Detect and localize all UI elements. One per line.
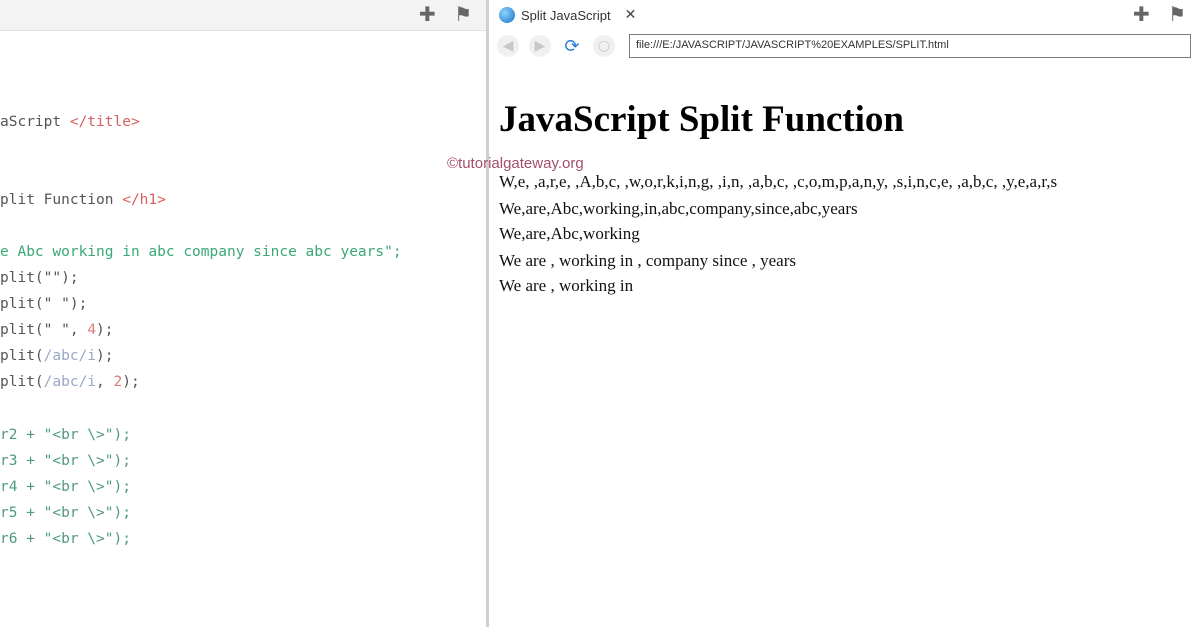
watermark: ©tutorialgateway.org	[447, 155, 584, 172]
close-icon[interactable]: ✕	[625, 7, 637, 23]
address-bar[interactable]: file:///E:/JAVASCRIPT/JAVASCRIPT%20EXAMP…	[629, 34, 1191, 58]
code-text: );	[122, 374, 140, 390]
code-line-write-str4[interactable]: r4 + "<br \>");	[0, 476, 131, 498]
page-heading: JavaScript Split Function	[499, 99, 904, 140]
browser-tabstrip: Split JavaScript ✕ ✚ ⚑	[489, 0, 1200, 31]
editor-toolbar-icons[interactable]: ✚ ⚑	[419, 2, 478, 26]
code-line-split-space-limit[interactable]: plit(" ", 4);	[0, 319, 114, 341]
output-line-5: We are , working in	[499, 276, 634, 295]
page-content: JavaScript Split Function W,e, ,a,r,e, ,…	[489, 62, 1200, 627]
browser-pane: Split JavaScript ✕ ✚ ⚑ ◀ ▶ ⟳ ○ file:///E…	[489, 0, 1200, 627]
output-line-2: We,are,Abc,working,in,abc,company,since,…	[499, 199, 858, 218]
code-line-title[interactable]: aScript </title>	[0, 111, 140, 133]
browser-toolbar-icons[interactable]: ✚ ⚑	[1133, 2, 1192, 26]
editor-toolbar: ✚ ⚑	[0, 0, 486, 31]
output-line-3: We,are,Abc,working	[499, 224, 640, 243]
output-line-1: W,e, ,a,r,e, ,A,b,c, ,w,o,r,k,i,n,g, ,i,…	[499, 172, 1058, 191]
code-tag: </h1>	[122, 192, 166, 208]
back-icon[interactable]: ◀	[497, 35, 519, 57]
code-text: plit Function	[0, 192, 123, 208]
browser-tab[interactable]: Split JavaScript ✕	[499, 2, 675, 28]
code-text: ,	[96, 374, 114, 390]
code-line-string-declaration[interactable]: e Abc working in abc company since abc y…	[0, 241, 402, 263]
output-line-4: We are , working in , company since , ye…	[499, 251, 796, 270]
forward-icon[interactable]: ▶	[529, 35, 551, 57]
code-line-write-str6[interactable]: r6 + "<br \>");	[0, 528, 131, 550]
code-text: plit(" ",	[0, 322, 88, 338]
code-text: aScript	[0, 114, 70, 130]
code-line-write-str2[interactable]: r2 + "<br \>");	[0, 424, 131, 446]
code-tag: </title>	[69, 114, 140, 130]
code-number: 4	[87, 322, 97, 338]
code-regex: /abc/i	[43, 348, 97, 364]
globe-icon	[499, 7, 515, 23]
code-text: );	[96, 348, 114, 364]
browser-navbar: ◀ ▶ ⟳ ○ file:///E:/JAVASCRIPT/JAVASCRIPT…	[489, 30, 1200, 62]
stop-icon[interactable]: ○	[593, 35, 615, 57]
code-text: plit(	[0, 374, 44, 390]
code-line-split-regex[interactable]: plit(/abc/i);	[0, 345, 114, 367]
code-line-write-str3[interactable]: r3 + "<br \>");	[0, 450, 131, 472]
code-line-write-str5[interactable]: r5 + "<br \>");	[0, 502, 131, 524]
code-editor-pane[interactable]: ✚ ⚑ aScript </title> plit Function </h1>…	[0, 0, 486, 627]
code-number: 2	[113, 374, 123, 390]
code-regex: /abc/i	[43, 374, 97, 390]
browser-tab-title: Split JavaScript	[521, 7, 611, 23]
code-line-split-empty[interactable]: plit("");	[0, 267, 79, 289]
code-text: );	[96, 322, 114, 338]
code-text: plit(	[0, 348, 44, 364]
refresh-icon[interactable]: ⟳	[561, 35, 583, 57]
address-url: file:///E:/JAVASCRIPT/JAVASCRIPT%20EXAMP…	[636, 39, 949, 51]
code-line-split-space[interactable]: plit(" ");	[0, 293, 87, 315]
code-line-split-regex-limit[interactable]: plit(/abc/i, 2);	[0, 371, 140, 393]
code-line-h1[interactable]: plit Function </h1>	[0, 189, 166, 211]
